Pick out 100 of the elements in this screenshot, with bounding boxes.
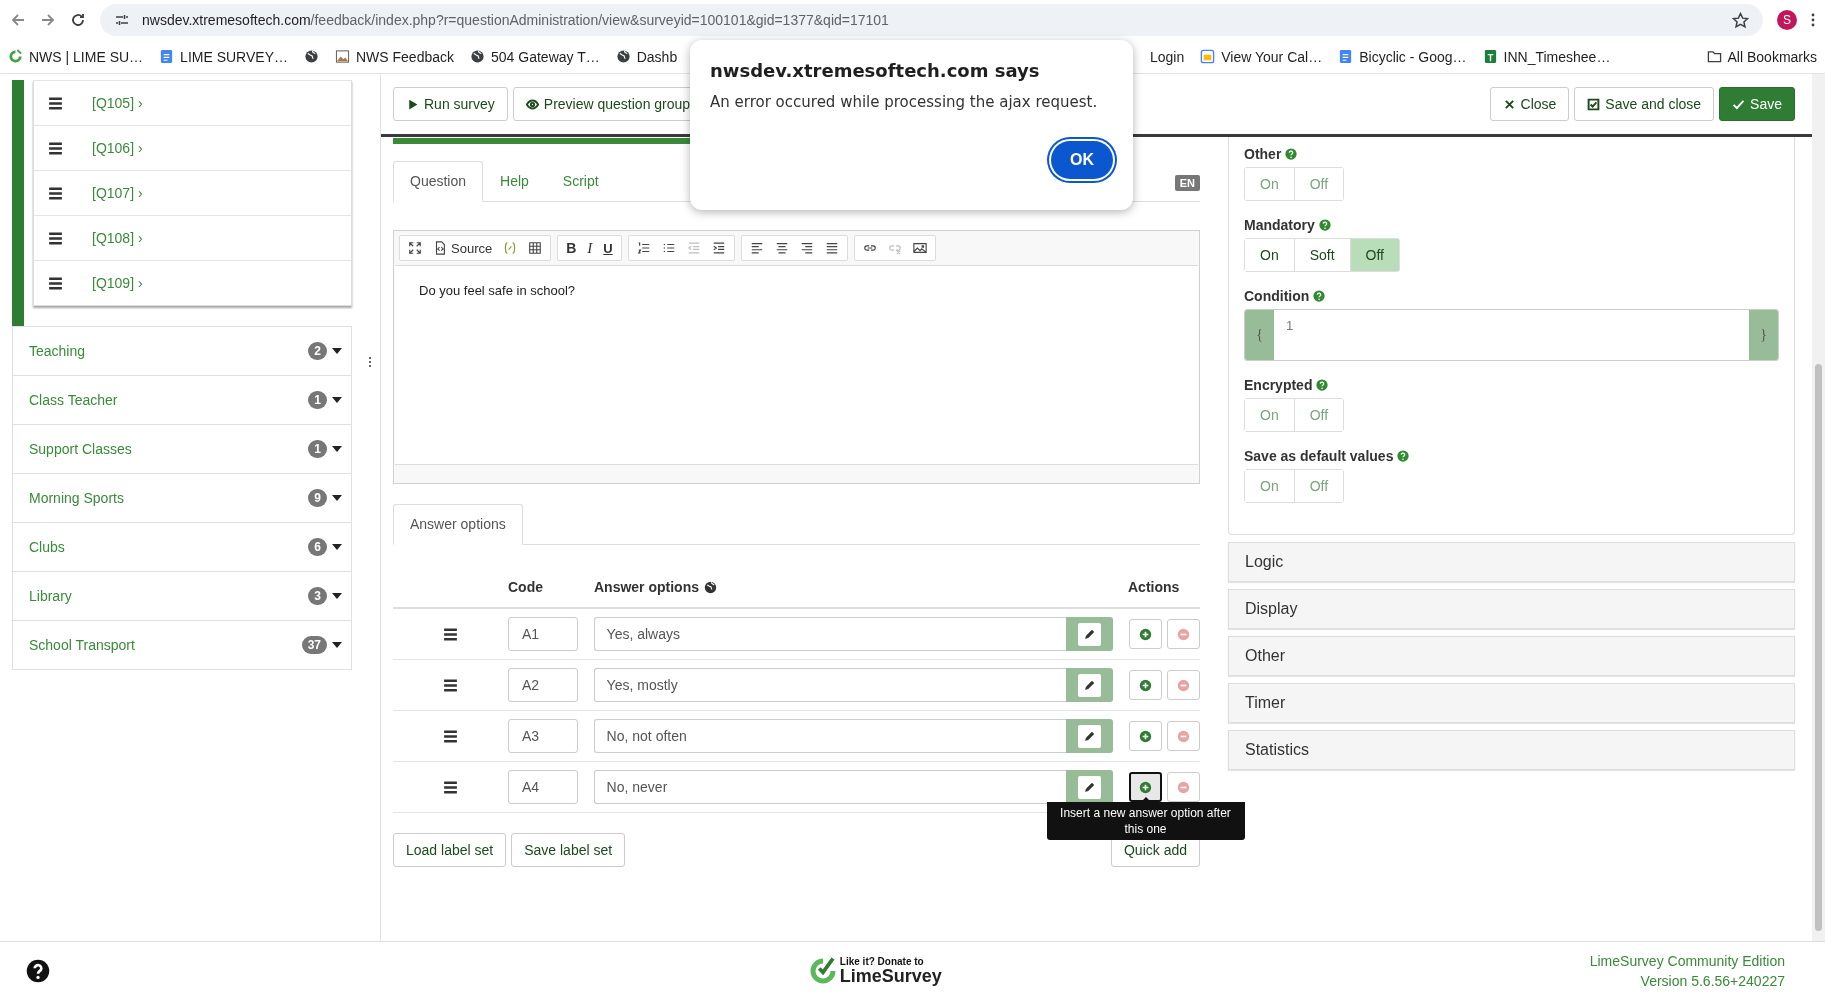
setting-label: Other (1244, 146, 1282, 162)
toolbar-button[interactable]: Save and close (1574, 87, 1715, 121)
count-badge: 9 (308, 489, 327, 507)
globe-icon (615, 49, 631, 64)
answer-field[interactable]: Yes, always (593, 617, 1067, 651)
plus-circle-icon (1139, 627, 1152, 641)
code-field[interactable]: A1 (508, 617, 578, 651)
pencil-icon (1083, 780, 1097, 794)
toolbar-button[interactable]: Close (1489, 87, 1570, 121)
menu-icon[interactable] (1811, 12, 1815, 28)
code-field[interactable]: A3 (508, 719, 578, 753)
accordion-header[interactable]: Logic (1228, 542, 1795, 582)
group-link[interactable]: Clubs (29, 539, 309, 555)
resize-handle-icon[interactable] (368, 356, 372, 368)
load-label-set-button[interactable]: Load label set (393, 833, 507, 867)
edit-button[interactable] (1078, 673, 1102, 697)
tab[interactable]: Script (545, 161, 616, 202)
toggle-option[interactable]: Off (1349, 239, 1399, 271)
answer-field[interactable]: Yes, mostly (593, 668, 1067, 702)
caret-icon[interactable] (332, 544, 342, 550)
edit-button[interactable] (1078, 724, 1102, 748)
answer-field[interactable]: No, not often (593, 719, 1067, 753)
code-field[interactable]: A2 (508, 668, 578, 702)
bookmark[interactable]: 504 Gateway T… (470, 48, 600, 65)
address-field[interactable]: nwsdev.xtremesoftech.com/feedback/index.php?r=questionAdministration/view&surveyid=100101&gid=1377&qid=17101 (100, 4, 1763, 36)
site-settings-icon[interactable] (114, 12, 130, 28)
question-link[interactable]: [Q109] › (92, 275, 143, 291)
caret-icon[interactable] (332, 397, 342, 403)
caret-icon[interactable] (332, 642, 342, 648)
code-field[interactable]: A4 (508, 770, 578, 804)
accordion-header[interactable]: Statistics (1228, 730, 1795, 770)
question-link[interactable]: [Q105] › (92, 95, 143, 111)
bookmark[interactable]: Login (1150, 48, 1185, 65)
bold-button[interactable]: B (563, 240, 580, 256)
accordion-header[interactable]: Other (1228, 636, 1795, 676)
count-badge: 37 (301, 636, 327, 654)
document-code-icon (433, 241, 447, 255)
ring-icon (8, 49, 23, 64)
add-button[interactable] (1129, 721, 1162, 751)
group-link[interactable]: Library (29, 588, 309, 604)
edit-button[interactable] (1078, 775, 1102, 799)
caret-icon[interactable] (332, 446, 342, 452)
globe-icon[interactable] (304, 49, 319, 64)
bookmark[interactable]: NWS | LIME SU… (8, 48, 144, 65)
caret-icon[interactable] (332, 495, 342, 501)
back-icon[interactable] (10, 12, 26, 28)
url-text: nwsdev.xtremesoftech.com/feedback/index.php?r=questionAdministration/view&surveyid=100101&gid=1377&qid=17101 (142, 12, 890, 28)
underline-button[interactable]: U (600, 240, 616, 256)
add-button[interactable] (1129, 619, 1162, 649)
group-link[interactable]: Support Classes (29, 441, 309, 457)
edit-button[interactable] (1078, 622, 1102, 646)
toolbar-button[interactable]: Run survey (393, 87, 508, 121)
question-text[interactable]: Do you feel safe in school? (419, 283, 1174, 298)
answer-field[interactable]: No, never (593, 770, 1067, 804)
spreadsheet-icon (1482, 49, 1498, 64)
question-link[interactable]: [Q106] › (92, 140, 143, 156)
folder-icon (1706, 49, 1722, 64)
bookmark[interactable]: Dashb (615, 48, 678, 65)
group-link[interactable]: Morning Sports (29, 490, 309, 506)
scrollbar[interactable] (1812, 74, 1825, 941)
profile-avatar[interactable]: S (1777, 10, 1797, 30)
question-link[interactable]: [Q108] › (92, 230, 143, 246)
bookmark[interactable]: Bicyclic - Goog… (1338, 48, 1467, 65)
reload-icon[interactable] (70, 12, 86, 28)
pencil-icon (1083, 627, 1097, 641)
group-link[interactable]: School Transport (29, 637, 302, 653)
question-link[interactable]: [Q107] › (92, 185, 143, 201)
language-badge: EN (1174, 175, 1200, 191)
bookmark[interactable]: LIME SURVEY… (159, 48, 288, 65)
column-header: Answer options (594, 579, 699, 595)
plus-circle-icon (1139, 729, 1152, 743)
group-link[interactable]: Teaching (29, 343, 309, 359)
tab[interactable]: Help (483, 161, 546, 202)
italic-button[interactable]: I (584, 239, 596, 257)
group-link[interactable]: Class Teacher (29, 392, 309, 408)
accordion-header[interactable]: Display (1228, 589, 1795, 629)
column-header: Code (508, 579, 544, 595)
forward-icon[interactable] (40, 12, 56, 28)
edition-link[interactable]: LimeSurvey Community Edition (1589, 951, 1785, 971)
count-badge: 6 (308, 538, 327, 556)
star-icon[interactable] (1732, 11, 1749, 29)
setting-label: Save as default values (1244, 448, 1394, 464)
count-badge: 1 (308, 391, 327, 409)
bookmark[interactable]: INN_Timeshee… (1482, 48, 1611, 65)
bookmark[interactable]: NWS Feedback (335, 48, 455, 65)
play-icon (406, 97, 419, 111)
accordion-header[interactable]: Timer (1228, 683, 1795, 723)
document-icon (1338, 49, 1354, 64)
bookmark[interactable]: View Your Cal… (1200, 48, 1323, 65)
toolbar-button[interactable]: Save (1719, 87, 1795, 121)
image-icon (335, 49, 350, 64)
caret-icon[interactable] (332, 348, 342, 354)
add-button[interactable] (1129, 670, 1162, 700)
caret-icon[interactable] (332, 593, 342, 599)
tab[interactable]: Answer options (393, 504, 523, 545)
all-bookmarks[interactable]: All Bookmarks (1706, 48, 1817, 65)
save-label-set-button[interactable]: Save label set (511, 833, 626, 867)
help-icon[interactable] (26, 959, 50, 983)
tab[interactable]: Question (393, 161, 484, 202)
eye-icon (525, 97, 539, 111)
